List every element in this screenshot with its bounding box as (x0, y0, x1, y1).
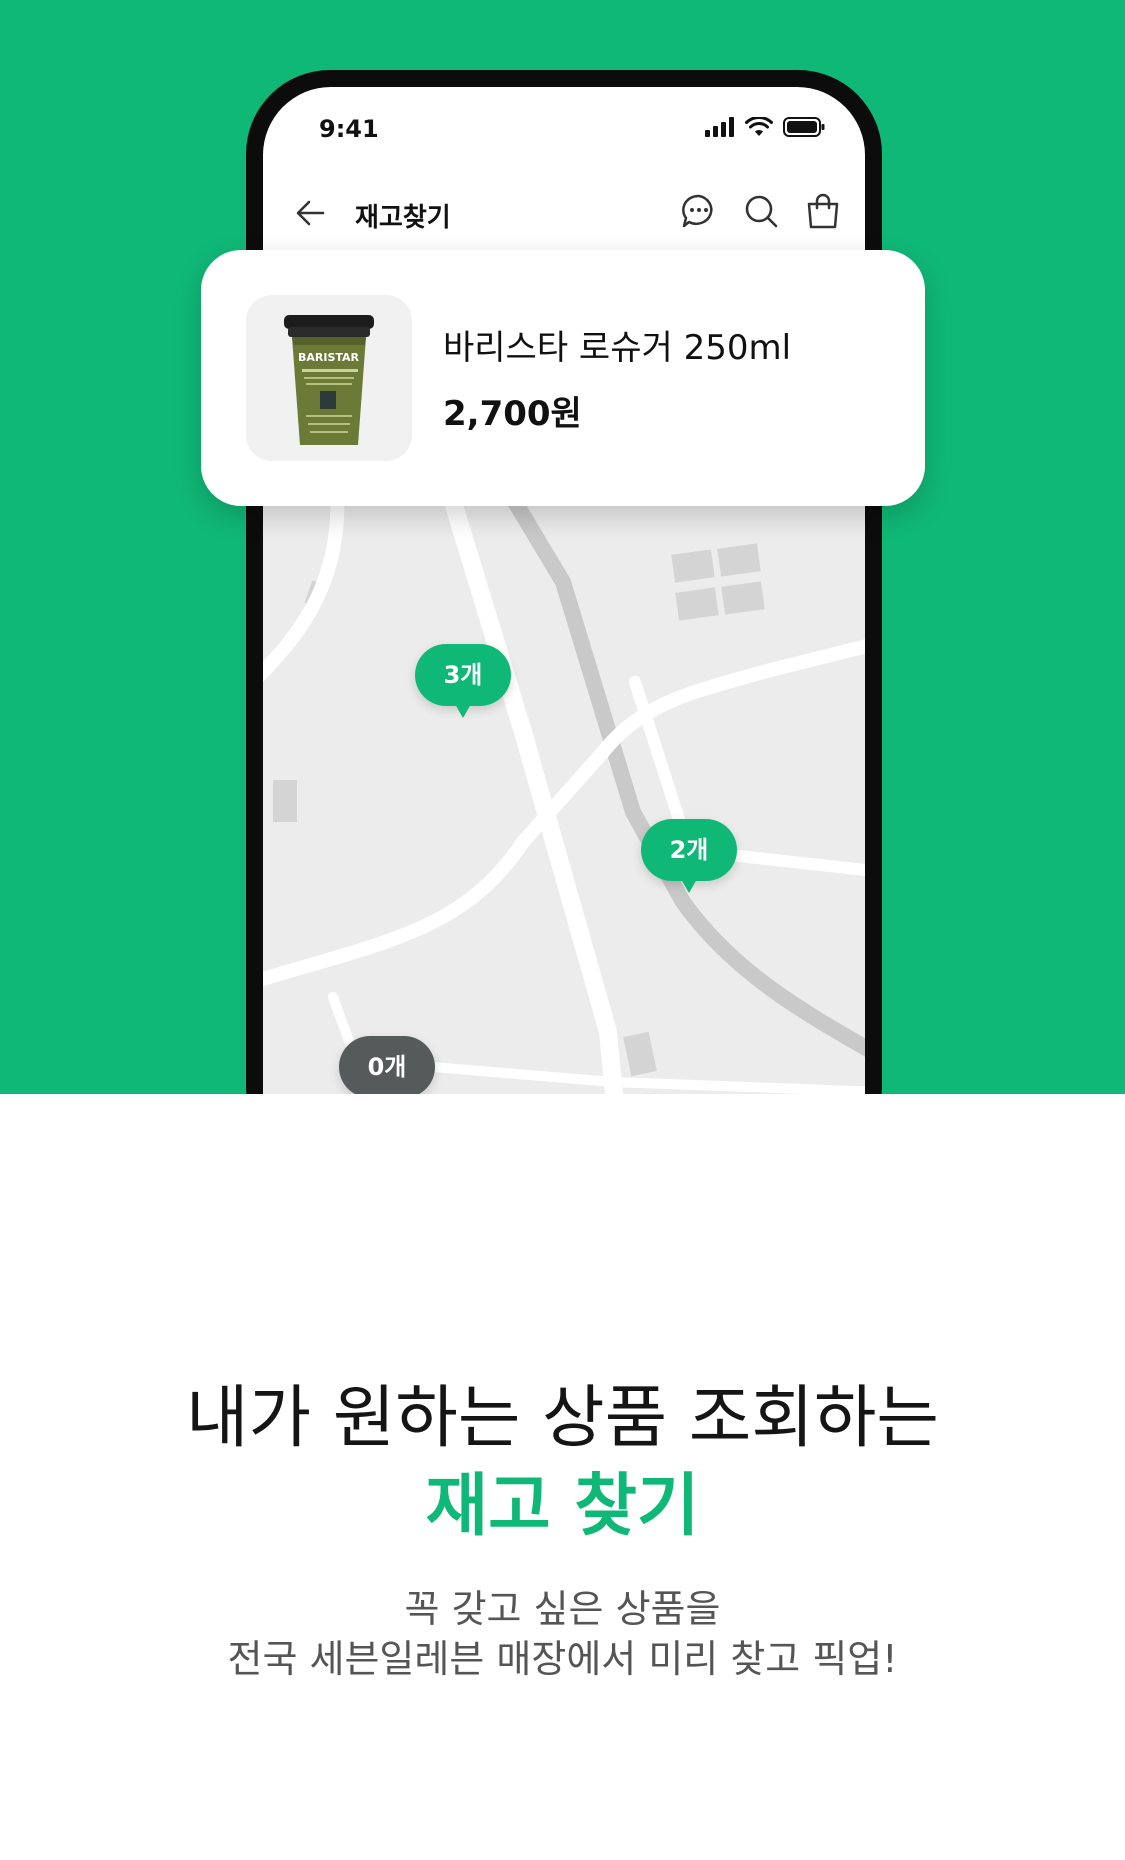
headline-line1: 내가 원하는 상품 조회하는 (185, 1379, 939, 1458)
back-arrow-icon[interactable] (293, 195, 329, 231)
map-pin-2[interactable]: 2개 (641, 819, 737, 893)
status-time: 9:41 (319, 115, 379, 143)
phone-screen: 9:41 재고찾기 3개 2개 0개 (263, 87, 865, 1094)
map-pin-0[interactable]: 0개 (339, 1036, 435, 1094)
product-name: 바리스타 로슈거 250ml (443, 328, 792, 368)
hero-banner: 9:41 재고찾기 3개 2개 0개 BARISTAR 바리스타 로슈거 250… (0, 0, 1125, 1094)
subtext-line1: 꼭 갖고 싶은 상품을 (404, 1587, 721, 1631)
signal-icon (705, 117, 734, 137)
chat-icon[interactable] (679, 191, 719, 231)
product-price: 2,700원 (443, 394, 582, 434)
subtext-line2: 전국 세븐일레븐 매장에서 미리 찾고 픽업! (227, 1637, 898, 1681)
top-nav-bar: 재고찾기 (263, 177, 865, 249)
phone-frame: 9:41 재고찾기 3개 2개 0개 (246, 70, 882, 1094)
map-pin-3[interactable]: 3개 (415, 644, 511, 718)
shopping-bag-icon[interactable] (803, 191, 843, 231)
wifi-icon (745, 117, 773, 136)
product-thumbnail: BARISTAR (246, 295, 412, 461)
battery-icon (783, 117, 825, 137)
package-label: BARISTAR (298, 351, 360, 364)
headline-line2: 재고 찾기 (425, 1467, 700, 1546)
status-bar: 9:41 (263, 87, 865, 177)
search-icon[interactable] (741, 191, 781, 231)
page-title: 재고찾기 (355, 203, 451, 233)
product-card[interactable]: BARISTAR 바리스타 로슈거 250ml 2,700원 (201, 250, 925, 506)
coffee-cup-image: BARISTAR (284, 315, 374, 445)
